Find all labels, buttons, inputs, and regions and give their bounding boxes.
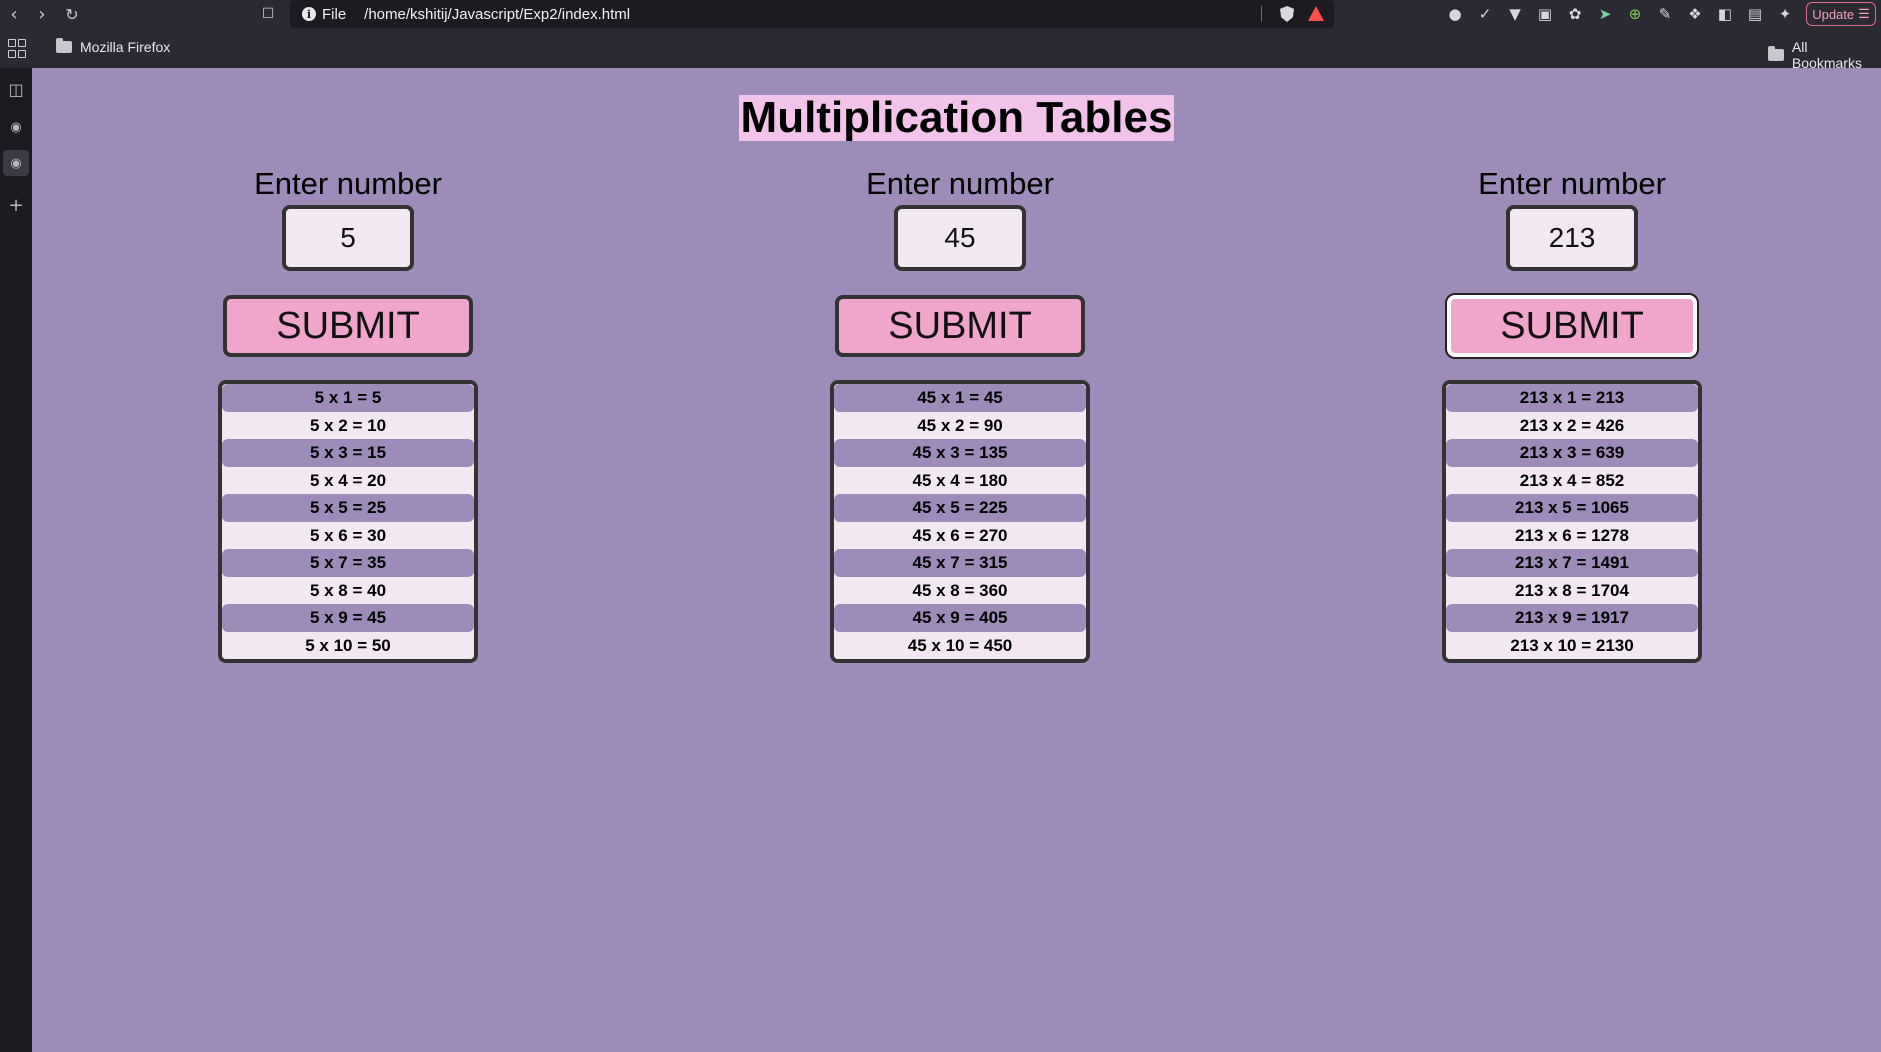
- table-row: 45 x 10 = 450: [834, 631, 1086, 659]
- folder-icon: [56, 38, 72, 53]
- tab-globe-icon[interactable]: ◉: [3, 114, 29, 140]
- table-row: 213 x 1 = 213: [1446, 384, 1698, 412]
- url-path[interactable]: /home/kshitij/Javascript/Exp2/index.html: [364, 6, 630, 23]
- new-tab-plus-icon[interactable]: +: [3, 192, 29, 218]
- page-title: Multiplication Tables: [738, 93, 1175, 142]
- number-input[interactable]: [282, 205, 414, 271]
- back-icon[interactable]: ‹: [2, 2, 26, 26]
- table-row: 213 x 10 = 2130: [1446, 631, 1698, 659]
- filter-extension-icon[interactable]: ▼: [1504, 3, 1526, 25]
- table-row: 213 x 6 = 1278: [1446, 521, 1698, 549]
- table-row: 5 x 2 = 10: [222, 411, 474, 439]
- table-column-3: Enter number SUBMIT 213 x 1 = 213 213 x …: [1422, 166, 1722, 663]
- table-row: 5 x 10 = 50: [222, 631, 474, 659]
- folder-icon: [1768, 46, 1784, 61]
- url-bar[interactable]: i File /home/kshitij/Javascript/Exp2/ind…: [290, 0, 1334, 28]
- wallet-icon[interactable]: ▤: [1744, 3, 1766, 25]
- pen-extension-icon[interactable]: ✎: [1654, 3, 1676, 25]
- table-column-1: Enter number SUBMIT 5 x 1 = 5 5 x 2 = 10…: [198, 166, 498, 663]
- update-button[interactable]: Update ☰: [1806, 2, 1876, 26]
- table-row: 45 x 7 = 315: [834, 549, 1086, 577]
- sidebar-panel-icon[interactable]: ◫: [3, 76, 29, 102]
- image-extension-icon[interactable]: ▣: [1534, 3, 1556, 25]
- table-row: 213 x 5 = 1065: [1446, 494, 1698, 522]
- all-bookmarks-button[interactable]: All Bookmarks: [1768, 39, 1881, 71]
- table-row: 45 x 1 = 45: [834, 384, 1086, 412]
- check-extension-icon[interactable]: ✓: [1474, 3, 1496, 25]
- url-scheme: File: [322, 5, 347, 23]
- browser-toolbar: ‹ › ↻ ☐ i File /home/kshitij/Javascript/…: [0, 0, 1881, 28]
- table-row: 45 x 6 = 270: [834, 521, 1086, 549]
- number-input[interactable]: [894, 205, 1026, 271]
- table-row: 45 x 3 = 135: [834, 439, 1086, 467]
- enter-number-label: Enter number: [254, 166, 442, 201]
- extension-icons: ● ✓ ▼ ▣ ✿ ➤ ⊕ ✎ ❖ ◧ ▤ ✦: [1444, 3, 1796, 25]
- enter-number-label: Enter number: [866, 166, 1054, 201]
- bookmark-folder-label: Mozilla Firefox: [80, 39, 171, 55]
- table-row: 5 x 7 = 35: [222, 549, 474, 577]
- table-row: 213 x 3 = 639: [1446, 439, 1698, 467]
- submit-button[interactable]: SUBMIT: [835, 295, 1085, 357]
- all-bookmarks-label: All Bookmarks: [1791, 39, 1862, 71]
- apps-grid-icon[interactable]: [8, 39, 26, 58]
- table-column-2: Enter number SUBMIT 45 x 1 = 45 45 x 2 =…: [810, 166, 1110, 663]
- bookmark-folder-mozilla[interactable]: Mozilla Firefox: [56, 38, 171, 55]
- table-row: 45 x 9 = 405: [834, 604, 1086, 632]
- sidebar-toggle-icon[interactable]: ◧: [1714, 3, 1736, 25]
- submit-button[interactable]: SUBMIT: [223, 295, 473, 357]
- table-row: 213 x 4 = 852: [1446, 466, 1698, 494]
- table-row: 45 x 5 = 225: [834, 494, 1086, 522]
- enter-number-label: Enter number: [1478, 166, 1666, 201]
- submit-button[interactable]: SUBMIT: [1447, 295, 1697, 357]
- table-row: 213 x 2 = 426: [1446, 411, 1698, 439]
- table-row: 213 x 8 = 1704: [1446, 576, 1698, 604]
- results-table: 45 x 1 = 45 45 x 2 = 90 45 x 3 = 135 45 …: [830, 380, 1090, 663]
- shield-icon[interactable]: [1280, 6, 1294, 22]
- puzzle-icon[interactable]: ❖: [1684, 3, 1706, 25]
- table-row: 5 x 5 = 25: [222, 494, 474, 522]
- tab-globe-active-icon[interactable]: ◉: [3, 150, 29, 176]
- results-table: 213 x 1 = 213 213 x 2 = 426 213 x 3 = 63…: [1442, 380, 1702, 663]
- reload-icon[interactable]: ↻: [60, 2, 84, 26]
- bookmarks-bar: Mozilla Firefox All Bookmarks: [0, 28, 1881, 71]
- gear-extension-icon[interactable]: ✿: [1564, 3, 1586, 25]
- table-row: 5 x 8 = 40: [222, 576, 474, 604]
- glasses-extension-icon[interactable]: ●: [1444, 3, 1466, 25]
- bookmark-icon[interactable]: ☐: [256, 2, 280, 26]
- table-row: 45 x 4 = 180: [834, 466, 1086, 494]
- page-content: Multiplication Tables Enter number SUBMI…: [32, 68, 1881, 1052]
- cursor-extension-icon[interactable]: ➤: [1594, 3, 1616, 25]
- forward-icon[interactable]: ›: [30, 2, 54, 26]
- table-row: 213 x 9 = 1917: [1446, 604, 1698, 632]
- table-row: 5 x 6 = 30: [222, 521, 474, 549]
- table-row: 5 x 4 = 20: [222, 466, 474, 494]
- table-row: 45 x 8 = 360: [834, 576, 1086, 604]
- menu-icon: ☰: [1858, 6, 1870, 21]
- table-row: 5 x 1 = 5: [222, 384, 474, 412]
- page-title-wrap: Multiplication Tables: [32, 95, 1881, 141]
- browser-sidebar: ◫ ◉ ◉ +: [0, 68, 32, 1052]
- urlbar-divider: [1261, 6, 1262, 22]
- rewards-icon[interactable]: [1308, 6, 1324, 21]
- table-row: 5 x 9 = 45: [222, 604, 474, 632]
- info-icon[interactable]: i: [302, 7, 316, 21]
- ai-sparkle-icon[interactable]: ✦: [1774, 3, 1796, 25]
- plus-extension-icon[interactable]: ⊕: [1624, 3, 1646, 25]
- table-row: 45 x 2 = 90: [834, 411, 1086, 439]
- update-label: Update: [1812, 6, 1855, 22]
- table-row: 213 x 7 = 1491: [1446, 549, 1698, 577]
- table-row: 5 x 3 = 15: [222, 439, 474, 467]
- number-input[interactable]: [1506, 205, 1638, 271]
- results-table: 5 x 1 = 5 5 x 2 = 10 5 x 3 = 15 5 x 4 = …: [218, 380, 478, 663]
